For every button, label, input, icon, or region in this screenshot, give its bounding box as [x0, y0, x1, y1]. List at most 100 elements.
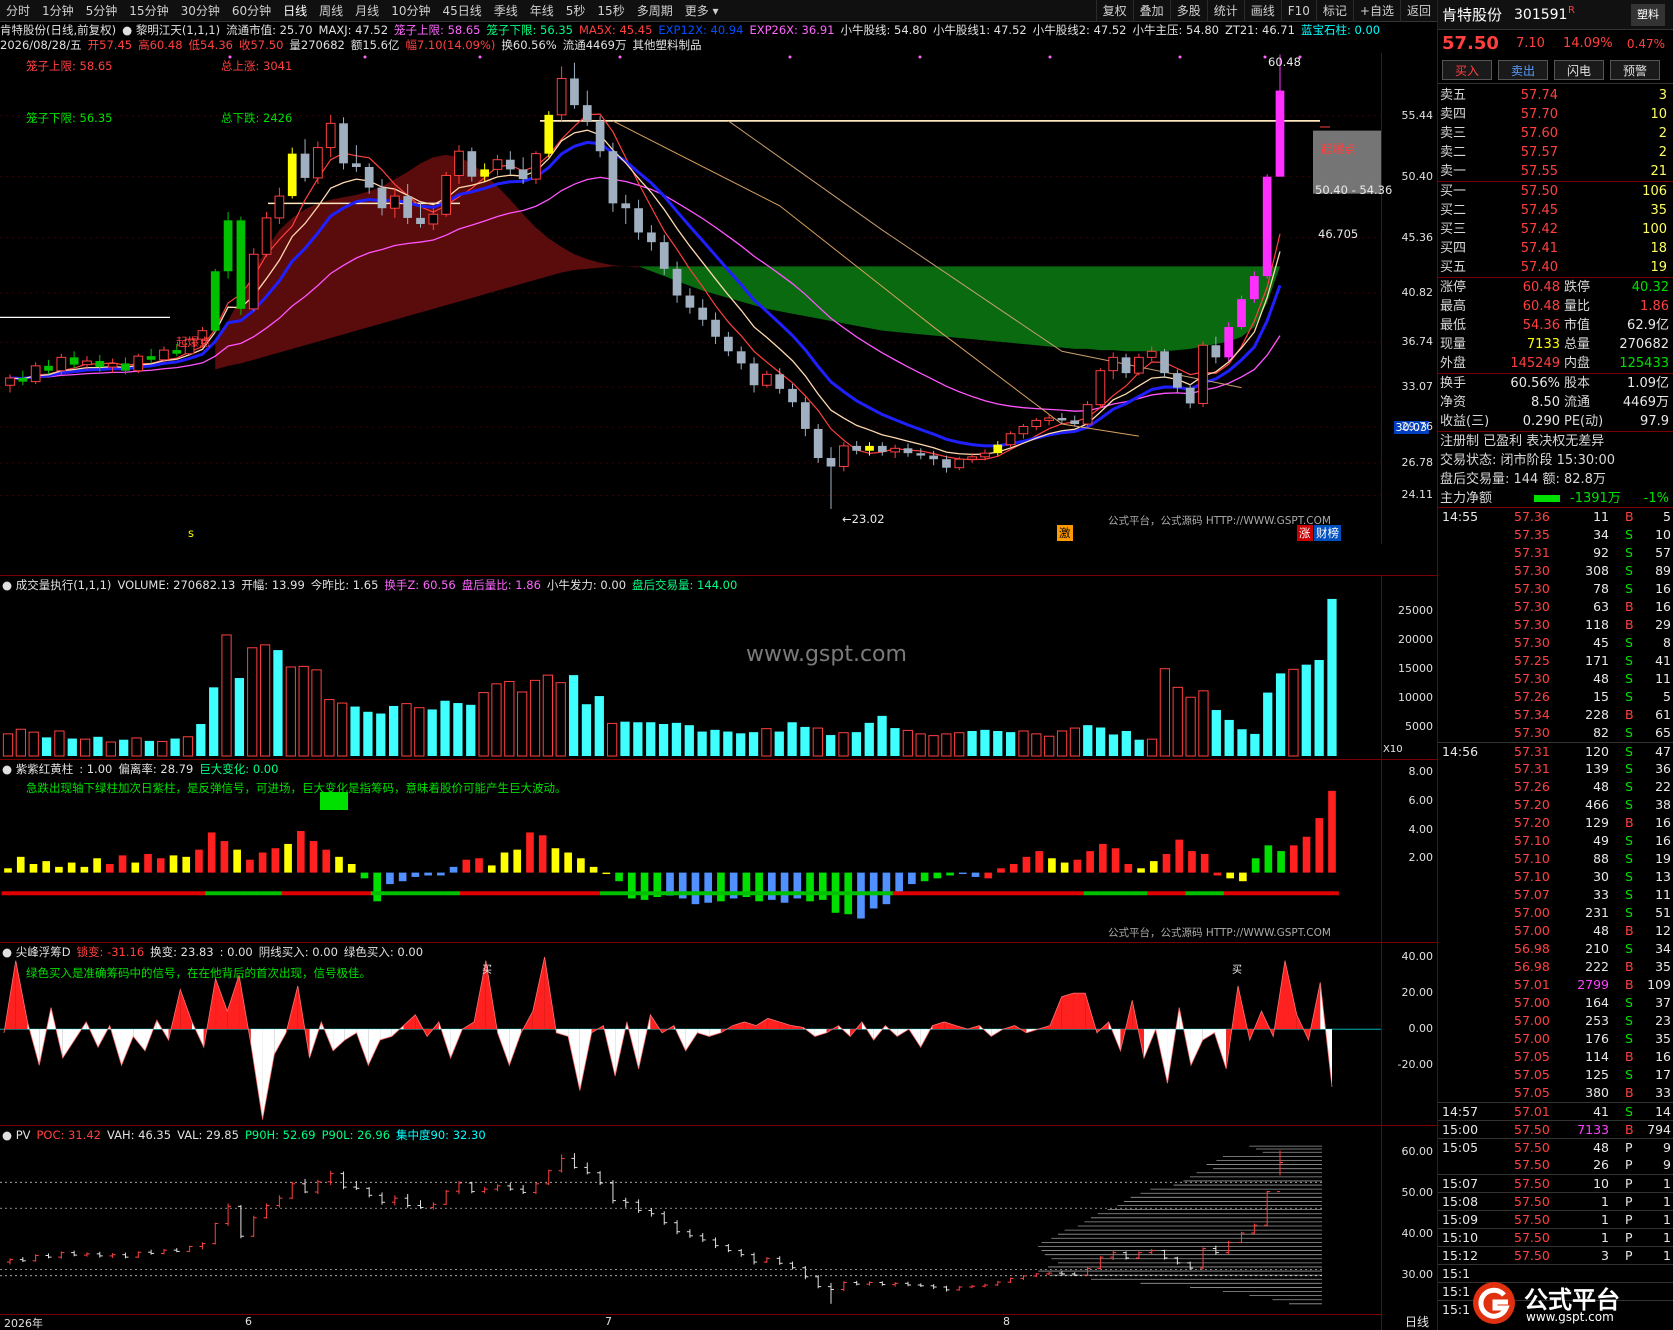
- period-tab-5[interactable]: 60分钟: [226, 0, 277, 22]
- tick-row-14[interactable]: 57.31 139 S 36: [1438, 760, 1673, 778]
- period-tab-2[interactable]: 5分钟: [80, 0, 124, 22]
- period-tab-8[interactable]: 月线: [349, 0, 385, 22]
- tick-row-29[interactable]: 57.00 176 S 35: [1438, 1030, 1673, 1048]
- tick-row-24[interactable]: 56.98 210 S 34: [1438, 940, 1673, 958]
- tick-row-2[interactable]: 57.31 92 S 57: [1438, 544, 1673, 562]
- ohlc-bar-72: [930, 1284, 937, 1290]
- tick-row-13[interactable]: 14:56 57.31 120 S 47: [1438, 742, 1673, 760]
- tick-row-31[interactable]: 57.05 125 S 17: [1438, 1066, 1673, 1084]
- tick-row-25[interactable]: 56.98 222 B 35: [1438, 958, 1673, 976]
- tool-button-7[interactable]: +自选: [1352, 0, 1400, 22]
- industry-tag[interactable]: 塑料: [1631, 4, 1665, 26]
- tick-row-18[interactable]: 57.10 49 S 16: [1438, 832, 1673, 850]
- period-tab-12[interactable]: 年线: [524, 0, 560, 22]
- tick-row-41[interactable]: 15:12 57.50 3 P 1: [1438, 1246, 1673, 1264]
- tick-row-27[interactable]: 57.00 164 S 37: [1438, 994, 1673, 1012]
- candle-body: [1095, 370, 1106, 406]
- period-tab-0[interactable]: 分时: [0, 0, 36, 22]
- tick-row-22[interactable]: 57.00 231 S 51: [1438, 904, 1673, 922]
- tick-row-38[interactable]: 15:08 57.50 1 P 1: [1438, 1192, 1673, 1210]
- period-tab-4[interactable]: 30分钟: [175, 0, 226, 22]
- tick-row-16[interactable]: 57.20 466 S 38: [1438, 796, 1673, 814]
- zizi-strip-13: [167, 891, 181, 896]
- tool-button-8[interactable]: 返回: [1399, 0, 1437, 22]
- tick-row-0[interactable]: 14:55 57.36 11 B 5: [1438, 508, 1673, 526]
- volume-bar-95: [1224, 719, 1234, 756]
- period-tab-9[interactable]: 10分钟: [385, 0, 436, 22]
- volume-panel[interactable]: ● 成交量执行(1,1,1) VOLUME: 270682.13 开幅: 13.99…: [0, 575, 1437, 759]
- period-tab-11[interactable]: 季线: [488, 0, 524, 22]
- tick-row-32[interactable]: 57.05 380 B 33: [1438, 1084, 1673, 1102]
- tick-row-40[interactable]: 15:10 57.50 1 P 1: [1438, 1228, 1673, 1246]
- trade-button-3[interactable]: 预警: [1610, 60, 1660, 80]
- period-tab-1[interactable]: 1分钟: [36, 0, 80, 22]
- tick-row-34[interactable]: 15:00 57.50 7133 B 794: [1438, 1120, 1673, 1138]
- tick-row-5[interactable]: 57.30 63 B 16: [1438, 598, 1673, 616]
- tick-row-23[interactable]: 57.00 48 B 12: [1438, 922, 1673, 940]
- zizi-strip-4: [52, 891, 66, 896]
- tick-list[interactable]: 14:55 57.36 11 B 5 57.35 34 S 10 57.31 92 S 57 57.30 3…: [1438, 508, 1673, 1318]
- tick-row-19[interactable]: 57.10 88 S 19: [1438, 850, 1673, 868]
- ohlc-bar-3: [45, 1253, 52, 1259]
- tick-row-21[interactable]: 57.07 33 S 11: [1438, 886, 1673, 904]
- tool-button-0[interactable]: 复权: [1095, 0, 1133, 22]
- period-label[interactable]: 日线: [1405, 1313, 1429, 1330]
- tick-row-11[interactable]: 57.34 228 B 61: [1438, 706, 1673, 724]
- zizi-hong-huang-panel[interactable]: ● 紫紫红黄柱: 1.00 偏离率: 28.79 巨大变化: 0.00 急跌出现轴下…: [0, 759, 1437, 942]
- tick-row-12[interactable]: 57.30 82 S 65: [1438, 724, 1673, 742]
- candle-26: [339, 117, 348, 170]
- period-tab-10[interactable]: 45日线: [436, 0, 487, 22]
- tool-button-5[interactable]: F10: [1280, 0, 1316, 22]
- kline-svg[interactable]: [0, 53, 1437, 544]
- tick-row-9[interactable]: 57.30 48 S 11: [1438, 670, 1673, 688]
- tick-row-10[interactable]: 57.26 15 S 5: [1438, 688, 1673, 706]
- candle-body: [1198, 344, 1208, 404]
- stat-label-2: 流通: [1564, 395, 1591, 410]
- tick-row-33[interactable]: 14:57 57.01 41 S 14: [1438, 1102, 1673, 1120]
- tool-button-6[interactable]: 标记: [1315, 0, 1353, 22]
- period-tab-14[interactable]: 15秒: [591, 0, 630, 22]
- tick-row-35[interactable]: 15:05 57.50 48 P 9: [1438, 1138, 1673, 1156]
- kline-chart[interactable]: 笼子上限: 58.65 总上涨: 3041 笼子下限: 56.35 总下跌: 2…: [0, 53, 1437, 544]
- ohlc-bar-0: [7, 1258, 13, 1265]
- candle-body: [274, 195, 285, 219]
- indicator-info-line: 肯特股份(日线,前复权) ● 黎明江天(1,1,1) 流通市值: 25.70 MAXJ…: [0, 23, 1437, 38]
- ohlc-bar-44: [571, 1153, 578, 1169]
- tick-row-28[interactable]: 57.00 253 S 23: [1438, 1012, 1673, 1030]
- tick-row-15[interactable]: 57.26 48 S 22: [1438, 778, 1673, 796]
- tick-row-7[interactable]: 57.30 45 S 8: [1438, 634, 1673, 652]
- zizi-bar-67: [857, 872, 865, 919]
- date-label-0: 2026年: [4, 1317, 43, 1330]
- ohlc-bar-13: [173, 1248, 180, 1253]
- trade-button-1[interactable]: 卖出: [1498, 60, 1548, 80]
- tool-button-4[interactable]: 画线: [1243, 0, 1281, 22]
- tool-button-3[interactable]: 统计: [1206, 0, 1244, 22]
- tick-row-26[interactable]: 57.01 2799 B 109: [1438, 976, 1673, 994]
- volume-title: ● 成交量执行(1,1,1) VOLUME: 270682.13 开幅: 13.99…: [2, 577, 743, 593]
- jianfeng-panel[interactable]: ● 尖峰浮筹D 锁变: -31.16 换变: 23.83: 0.00 阴线买入: 0.…: [0, 942, 1437, 1125]
- tool-button-2[interactable]: 多股: [1169, 0, 1207, 22]
- tick-row-39[interactable]: 15:09 57.50 1 P 1: [1438, 1210, 1673, 1228]
- tick-row-3[interactable]: 57.30 308 S 89: [1438, 562, 1673, 580]
- period-tab-6[interactable]: 日线: [277, 0, 313, 22]
- pv-panel[interactable]: ● PV POC: 31.42 VAH: 46.35 VAL: 29.85 P90H: …: [0, 1125, 1437, 1330]
- tick-row-1[interactable]: 57.35 34 S 10: [1438, 526, 1673, 544]
- tick-row-4[interactable]: 57.30 78 S 16: [1438, 580, 1673, 598]
- period-tab-13[interactable]: 5秒: [560, 0, 592, 22]
- period-tab-7[interactable]: 周线: [313, 0, 349, 22]
- zizi-strip-48: [612, 891, 626, 896]
- trade-button-2[interactable]: 闪电: [1554, 60, 1604, 80]
- tick-row-8[interactable]: 57.25 171 S 41: [1438, 652, 1673, 670]
- tick-row-20[interactable]: 57.10 30 S 13: [1438, 868, 1673, 886]
- tick-row-30[interactable]: 57.05 114 B 16: [1438, 1048, 1673, 1066]
- period-tab-3[interactable]: 15分钟: [123, 0, 174, 22]
- tick-row-36[interactable]: 57.50 26 P 9: [1438, 1156, 1673, 1174]
- period-tab-16[interactable]: 更多 ▾: [679, 0, 725, 22]
- trade-button-0[interactable]: 买入: [1442, 60, 1492, 80]
- tick-row-17[interactable]: 57.20 129 B 16: [1438, 814, 1673, 832]
- tick-row-37[interactable]: 15:07 57.50 10 P 1: [1438, 1174, 1673, 1192]
- tick-row-6[interactable]: 57.30 118 B 29: [1438, 616, 1673, 634]
- zizi-bar-11: [144, 853, 152, 873]
- period-tab-15[interactable]: 多周期: [631, 0, 679, 22]
- tool-button-1[interactable]: 叠加: [1132, 0, 1170, 22]
